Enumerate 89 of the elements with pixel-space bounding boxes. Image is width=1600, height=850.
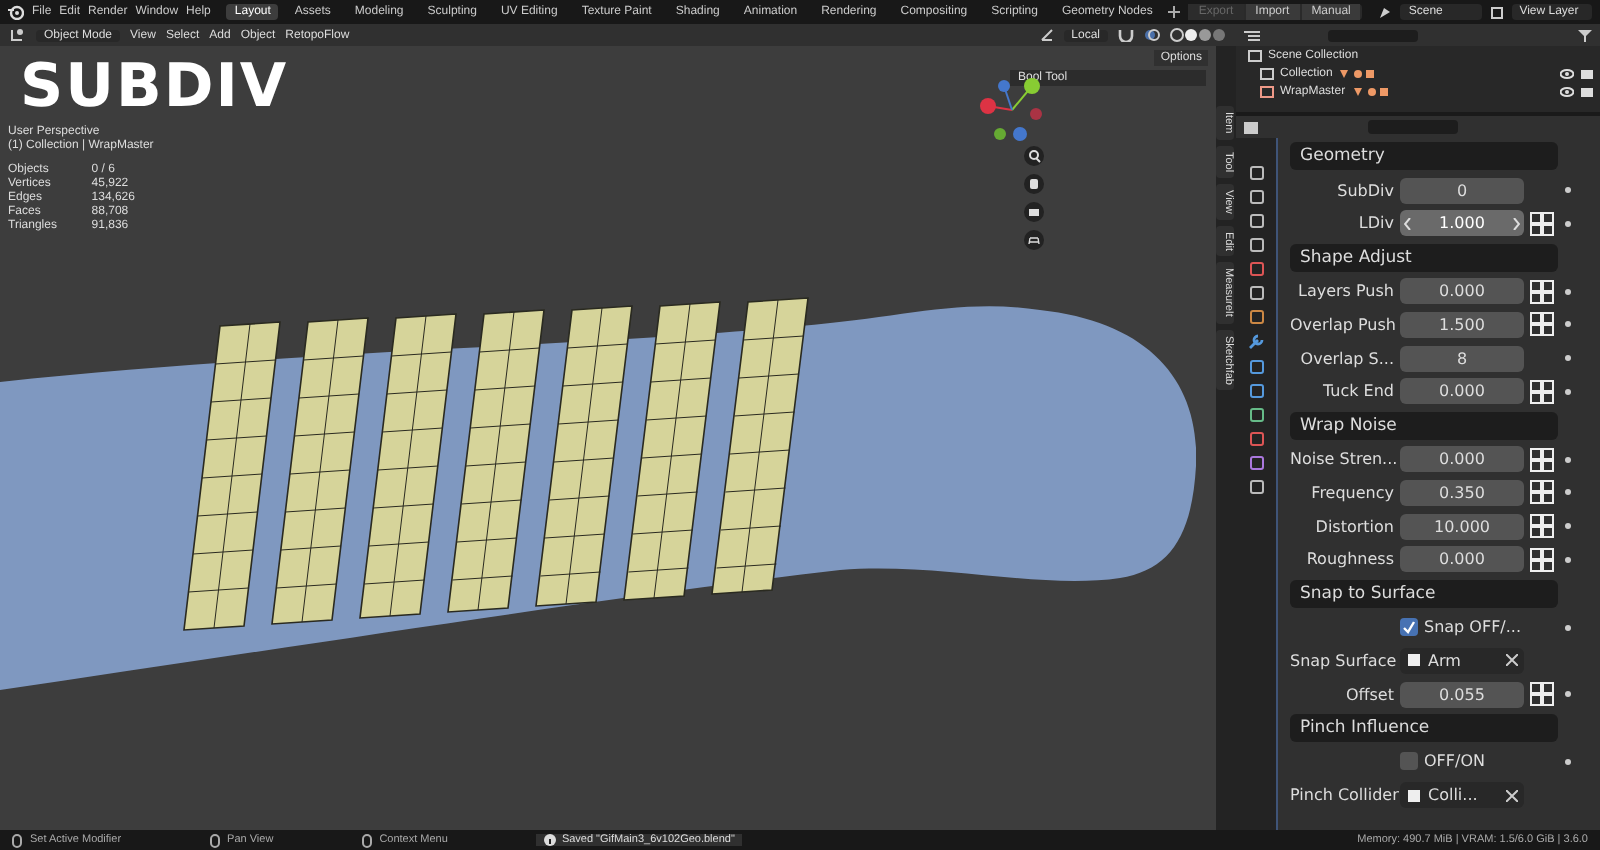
video-title: SUBDIV bbox=[20, 58, 289, 118]
field-label: Noise Stren... bbox=[1290, 450, 1394, 469]
mouse-icon bbox=[361, 833, 372, 847]
field-label: Roughness bbox=[1304, 550, 1394, 569]
list-view-icon[interactable] bbox=[1244, 29, 1260, 41]
dot-icon[interactable] bbox=[1564, 354, 1572, 363]
number-field[interactable]: 0.000 bbox=[1400, 546, 1524, 573]
collection-box-icon bbox=[1248, 49, 1262, 61]
filter-icon[interactable] bbox=[1578, 29, 1592, 41]
mouse-icon bbox=[12, 833, 22, 847]
plus-icon[interactable] bbox=[1168, 6, 1181, 18]
checkbox-label[interactable]: OFF/ON bbox=[1424, 752, 1485, 771]
number-field[interactable]: 0.055 bbox=[1400, 681, 1524, 708]
editor-type-icon[interactable] bbox=[1244, 121, 1260, 133]
checkbox-label[interactable]: Snap OFF/... bbox=[1424, 618, 1521, 637]
dot-icon[interactable] bbox=[1564, 488, 1572, 497]
cross-grid-icon[interactable] bbox=[1530, 312, 1554, 337]
field-label: Pinch Collider bbox=[1290, 786, 1394, 805]
field-label: SubDiv bbox=[1335, 181, 1394, 200]
dot-icon[interactable] bbox=[1564, 455, 1572, 464]
dot-icon[interactable] bbox=[1564, 623, 1572, 632]
blender-logo-icon[interactable] bbox=[8, 4, 24, 20]
dot-icon[interactable] bbox=[1564, 287, 1572, 296]
snap-magnet-icon[interactable] bbox=[1118, 28, 1134, 42]
cross-grid-icon[interactable] bbox=[1530, 279, 1554, 304]
dot-icon[interactable] bbox=[1564, 555, 1572, 564]
wrench-icon[interactable] bbox=[1248, 334, 1264, 350]
cross-grid-icon[interactable] bbox=[1530, 447, 1554, 472]
collection-box-icon bbox=[1260, 67, 1274, 79]
overlay-icon[interactable] bbox=[1144, 28, 1160, 42]
cross-grid-icon[interactable] bbox=[1530, 379, 1554, 404]
number-field[interactable]: 1.000 bbox=[1400, 210, 1524, 237]
object-cube-icon bbox=[1406, 652, 1422, 669]
checkbox[interactable] bbox=[1400, 752, 1418, 771]
scene-icon[interactable] bbox=[1378, 5, 1393, 19]
cross-grid-icon[interactable] bbox=[1530, 547, 1554, 572]
number-field[interactable]: 1.500 bbox=[1400, 311, 1524, 338]
close-icon[interactable] bbox=[1506, 654, 1518, 667]
dot-icon[interactable] bbox=[1564, 320, 1572, 329]
number-field[interactable]: 0.350 bbox=[1400, 479, 1524, 506]
number-field[interactable]: 0.000 bbox=[1400, 278, 1524, 305]
section-header[interactable]: Geometry bbox=[1290, 142, 1558, 171]
zoom-icon[interactable] bbox=[1024, 146, 1044, 166]
checkbox[interactable] bbox=[1400, 618, 1418, 637]
object-field[interactable]: Colli... bbox=[1400, 782, 1524, 809]
field-label: LDiv bbox=[1356, 214, 1394, 233]
axis-gizmo-icon[interactable] bbox=[976, 74, 1048, 146]
number-field[interactable]: 0 bbox=[1400, 177, 1524, 204]
dot-icon[interactable] bbox=[1564, 219, 1572, 228]
field-label: Snap Surface bbox=[1290, 651, 1394, 670]
field-label: Overlap S... bbox=[1298, 349, 1394, 368]
chevron-left-icon[interactable] bbox=[1404, 217, 1412, 230]
modifier-icons-icon bbox=[1338, 67, 1375, 79]
dot-icon[interactable] bbox=[1564, 757, 1572, 766]
close-icon[interactable] bbox=[1506, 789, 1518, 802]
cross-grid-icon[interactable] bbox=[1530, 514, 1554, 539]
dot-icon[interactable] bbox=[1564, 387, 1572, 396]
number-field[interactable]: 0.000 bbox=[1400, 446, 1524, 473]
eye-icon[interactable] bbox=[1560, 85, 1574, 97]
number-field[interactable]: 8 bbox=[1400, 345, 1524, 372]
mouse-icon bbox=[209, 833, 220, 847]
field-label: Overlap Push bbox=[1290, 315, 1394, 334]
chevron-right-icon[interactable] bbox=[1512, 217, 1520, 230]
cross-grid-icon[interactable] bbox=[1530, 211, 1554, 236]
cross-grid-icon[interactable] bbox=[1530, 480, 1554, 505]
shading-spheres-icon[interactable] bbox=[1170, 28, 1226, 42]
object-field[interactable]: Arm bbox=[1400, 647, 1524, 674]
section-header[interactable]: Wrap Noise bbox=[1290, 411, 1558, 440]
field-label: Offset bbox=[1343, 685, 1394, 704]
section-header[interactable]: Snap to Surface bbox=[1290, 579, 1558, 608]
number-field[interactable]: 10.000 bbox=[1400, 513, 1524, 540]
section-header[interactable]: Pinch Influence bbox=[1290, 713, 1558, 742]
field-label: Layers Push bbox=[1295, 282, 1394, 301]
transform-axes-icon[interactable] bbox=[1039, 28, 1054, 42]
dot-icon[interactable] bbox=[1564, 186, 1572, 195]
cross-grid-icon[interactable] bbox=[1530, 682, 1554, 707]
object-cube-icon bbox=[1406, 787, 1422, 804]
number-field[interactable]: 0.000 bbox=[1400, 378, 1524, 405]
check-icon bbox=[1402, 620, 1416, 635]
modifier-icons-icon bbox=[1351, 85, 1388, 97]
field-label: Tuck End bbox=[1320, 382, 1394, 401]
field-label: Frequency bbox=[1309, 483, 1394, 502]
field-label: Distortion bbox=[1313, 517, 1394, 536]
dot-icon[interactable] bbox=[1564, 522, 1572, 531]
section-header[interactable]: Shape Adjust bbox=[1290, 243, 1558, 272]
eye-icon[interactable] bbox=[1560, 67, 1574, 79]
dot-icon[interactable] bbox=[1564, 690, 1572, 699]
cursor-tool-icon[interactable] bbox=[10, 28, 26, 42]
collection-box-icon bbox=[1260, 85, 1274, 97]
